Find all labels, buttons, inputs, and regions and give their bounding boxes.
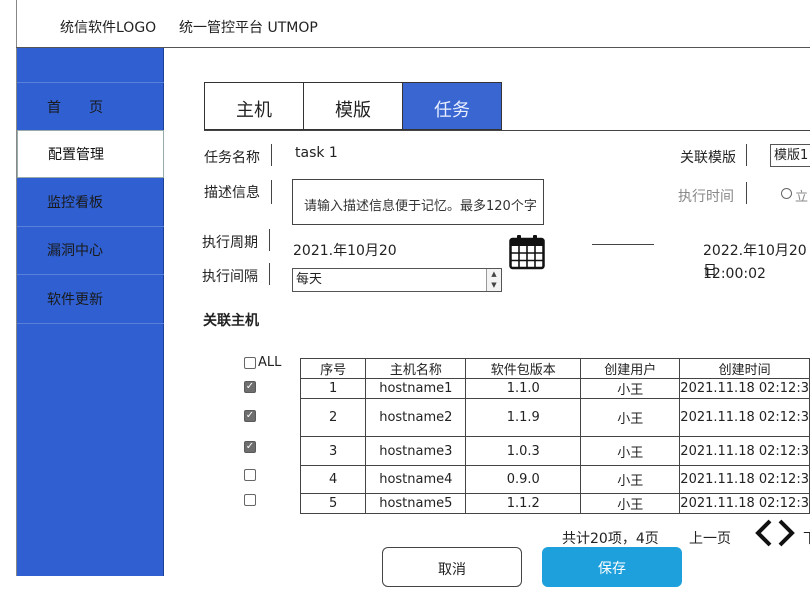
row-checkbox-5[interactable] [244,494,256,506]
cell-no: 2 [299,398,367,437]
table-header-row: 序号 主机名称 软件包版本 创建用户 创建时间 [299,358,810,379]
label-separator [271,144,272,166]
select-all-checkbox[interactable] [244,357,256,369]
period-label: 执行周期 [202,235,258,251]
row-checkbox-1[interactable]: ✓ [244,381,256,393]
cell-host: hostname3 [365,436,467,466]
cancel-button[interactable]: 取消 [382,547,522,587]
task-name-label: 任务名称 [204,150,260,166]
sidebar-item-home[interactable]: 首 页 [17,84,164,132]
label-separator [746,144,747,166]
exec-now-radio[interactable] [781,188,792,199]
cell-host: hostname1 [365,378,467,399]
cell-no: 5 [299,493,367,514]
col-header-no: 序号 [299,358,367,379]
table-row[interactable]: 1 hostname1 1.1.0 小王 2021.11.18 02:12:3 [299,378,810,399]
cell-time: 2021.11.18 02:12:3 [679,493,810,514]
cell-user: 小王 [580,398,681,437]
hosts-section-title: 关联主机 [203,313,259,329]
select-all-label: ALL [258,355,282,370]
period-end-time[interactable]: 12:00:02 [703,266,766,282]
col-header-version: 软件包版本 [465,358,582,379]
cell-version: 1.1.0 [465,378,582,399]
tabs-baseline [204,130,810,131]
pagination-summary: 共计20项，4页 [562,531,659,547]
sidebar: 首 页 配置管理 监控看板 漏洞中心 软件更新 [17,48,164,576]
chevron-right-icon[interactable] [777,518,795,552]
cell-time: 2021.11.18 02:12:3 [679,378,810,399]
col-header-time: 创建时间 [679,358,810,379]
tab-host[interactable]: 主机 [204,82,304,130]
date-range-dash [592,244,654,245]
label-separator [269,263,270,285]
cell-time: 2021.11.18 02:12:3 [679,436,810,466]
table-row[interactable]: 2 hostname2 1.1.9 小王 2021.11.18 02:12:3 [299,398,810,437]
cell-version: 1.0.3 [465,436,582,466]
save-button[interactable]: 保存 [542,547,682,587]
cell-no: 1 [299,378,367,399]
cell-host: hostname5 [365,493,467,514]
row-checkbox-4[interactable] [244,469,256,481]
cell-host: hostname4 [365,465,467,494]
next-page-link[interactable]: 下 [803,528,810,548]
cell-user: 小王 [580,378,681,399]
label-separator [746,182,747,204]
cell-version: 1.1.9 [465,398,582,437]
table-row[interactable]: 4 hostname4 0.9.0 小王 2021.11.18 02:12:3 [299,465,810,494]
template-select[interactable]: 模版1 [770,144,810,167]
exec-time-label: 执行时间 [678,189,734,205]
cell-version: 0.9.0 [465,465,582,494]
template-label: 关联模版 [680,150,736,166]
desc-textarea[interactable]: 请输入描述信息便于记忆。最多120个字 [292,179,544,225]
row-checkbox-3[interactable]: ✓ [244,441,256,453]
table-row[interactable]: 5 hostname5 1.1.2 小王 2021.11.18 02:12:3 [299,493,810,514]
cell-no: 3 [299,436,367,466]
sidebar-item-config[interactable]: 配置管理 [17,130,164,178]
cell-time: 2021.11.18 02:12:3 [679,398,810,437]
tab-task[interactable]: 任务 [402,82,502,130]
label-separator [269,229,270,251]
prev-page-link[interactable]: 上一页 [689,528,731,548]
label-separator [271,180,272,204]
sidebar-top-divider [17,82,164,83]
template-select-value: 模版1 [774,148,809,163]
cell-no: 4 [299,465,367,494]
interval-select[interactable]: 每天 ▲ ▼ [292,268,502,292]
hosts-table: 序号 主机名称 软件包版本 创建用户 创建时间 1 hostname1 1.1.… [299,358,810,514]
cell-user: 小王 [580,436,681,466]
interval-select-value: 每天 [296,272,323,287]
sidebar-item-monitor[interactable]: 监控看板 [17,179,164,227]
interval-label: 执行间隔 [202,269,258,285]
cell-host: hostname2 [365,398,467,437]
tab-template[interactable]: 模版 [303,82,403,130]
cell-time: 2021.11.18 02:12:3 [679,465,810,494]
exec-now-label: 立 [795,190,809,205]
desc-label: 描述信息 [204,185,260,201]
table-row[interactable]: 3 hostname3 1.0.3 小王 2021.11.18 02:12:3 [299,436,810,466]
row-checkbox-2[interactable]: ✓ [244,410,256,422]
sidebar-item-update[interactable]: 软件更新 [17,276,164,324]
cell-version: 1.1.2 [465,493,582,514]
col-header-user: 创建用户 [580,358,681,379]
cell-user: 小王 [580,465,681,494]
spinner-arrows-icon[interactable]: ▲ ▼ [486,269,501,291]
platform-title: 统一管控平台 UTMOP [179,20,318,36]
calendar-icon[interactable] [509,234,545,274]
sidebar-item-vuln[interactable]: 漏洞中心 [17,227,164,275]
cell-user: 小王 [580,493,681,514]
logo-text: 统信软件LOGO [60,20,157,36]
col-header-host: 主机名称 [365,358,467,379]
period-start-date[interactable]: 2021.年10月20 [293,240,397,260]
task-name-field[interactable]: task 1 [295,145,338,161]
chevron-left-icon[interactable] [755,518,773,552]
